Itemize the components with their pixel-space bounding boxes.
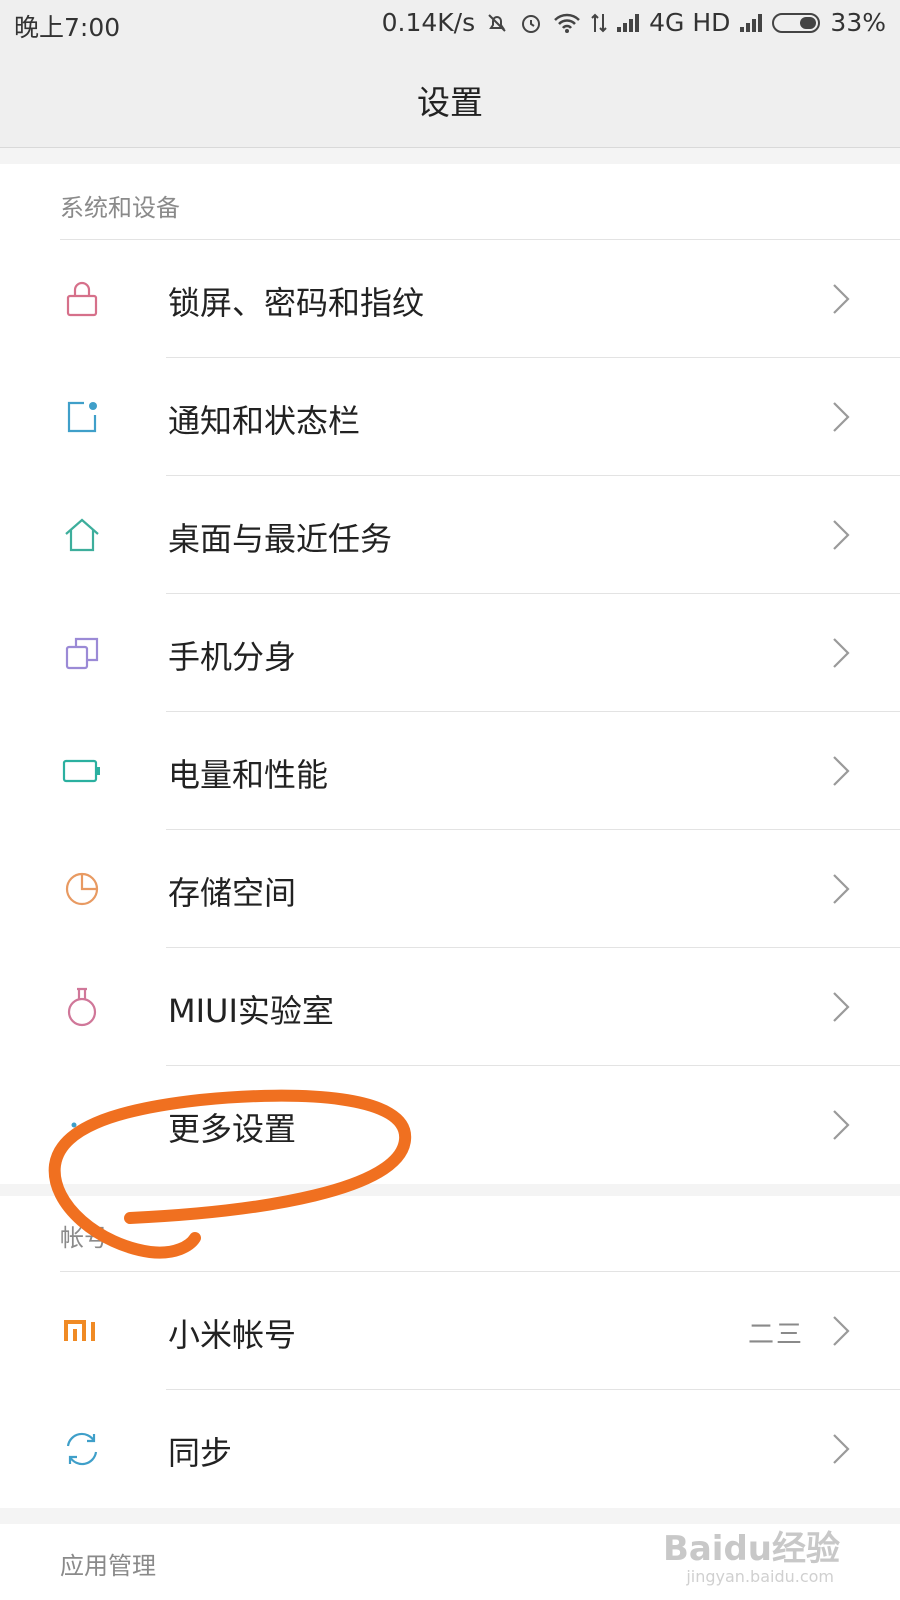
settings-item-storage[interactable]: 存储空间 (0, 830, 900, 948)
settings-item-label: 小米帐号 (168, 1316, 297, 1354)
settings-item-dual-apps[interactable]: 手机分身 (0, 594, 900, 712)
battery-percent: 33% (830, 8, 886, 37)
section-header: 帐号 (0, 1196, 900, 1272)
section-header: 系统和设备 (0, 164, 900, 240)
chevron-right-icon (833, 520, 850, 550)
chevron-right-icon (833, 1110, 850, 1140)
watermark-url: jingyan.baidu.com (686, 1567, 834, 1586)
dual-apps-icon (62, 633, 102, 673)
section-title: 系统和设备 (60, 194, 180, 222)
section-title: 应用管理 (60, 1552, 156, 1580)
notification-icon (62, 397, 102, 437)
settings-item-sync[interactable]: 同步 (0, 1390, 900, 1508)
status-time: 晚上7:00 (14, 13, 121, 42)
alarm-icon (519, 11, 543, 35)
settings-item-mi-account[interactable]: 小米帐号 二三 (0, 1272, 900, 1390)
wifi-icon (553, 12, 581, 34)
signal-icon (617, 13, 640, 32)
flask-icon (62, 987, 102, 1027)
settings-item-more-settings[interactable]: 更多设置 (0, 1066, 900, 1184)
chevron-right-icon (833, 874, 850, 904)
network-type: 4G HD (649, 8, 731, 37)
chevron-right-icon (833, 284, 850, 314)
status-icons: 0.14K/s 4G HD 33% (382, 8, 886, 37)
mute-icon (485, 11, 509, 35)
sync-icon (62, 1429, 102, 1469)
settings-item-battery-performance[interactable]: 电量和性能 (0, 712, 900, 830)
chevron-right-icon (833, 992, 850, 1022)
section-account: 帐号 小米帐号 二三 同步 (0, 1196, 900, 1508)
network-speed: 0.14K/s (381, 8, 476, 37)
settings-item-label: 锁屏、密码和指纹 (168, 284, 425, 322)
lock-icon (62, 279, 102, 319)
battery-icon (772, 12, 821, 33)
title-bar: 设置 (0, 48, 900, 148)
settings-item-label: 存储空间 (168, 874, 297, 912)
mi-logo-icon (62, 1311, 102, 1351)
settings-item-label: MIUI实验室 (168, 992, 334, 1030)
watermark-logo: Baidu经验 (662, 1529, 840, 1569)
more-dots-icon (62, 1105, 102, 1145)
settings-item-notifications[interactable]: 通知和状态栏 (0, 358, 900, 476)
settings-item-miui-lab[interactable]: MIUI实验室 (0, 948, 900, 1066)
settings-item-label: 电量和性能 (168, 756, 329, 794)
settings-item-label: 桌面与最近任务 (168, 520, 393, 558)
chevron-right-icon (833, 756, 850, 786)
storage-pie-icon (62, 869, 102, 909)
chevron-right-icon (833, 638, 850, 668)
settings-item-label: 手机分身 (168, 638, 297, 676)
section-system-devices: 系统和设备 锁屏、密码和指纹 通知和状态栏 桌面与最近任务 手机分身 电量和性能… (0, 164, 900, 1184)
data-transfer-icon (591, 12, 607, 34)
settings-item-home-screen[interactable]: 桌面与最近任务 (0, 476, 900, 594)
chevron-right-icon (833, 1316, 850, 1346)
account-name-value: 二三 (747, 1320, 804, 1350)
settings-item-label: 通知和状态栏 (168, 402, 361, 440)
home-icon (62, 515, 102, 555)
settings-item-label: 同步 (168, 1434, 233, 1472)
settings-item-lockscreen[interactable]: 锁屏、密码和指纹 (0, 240, 900, 358)
status-bar: 晚上7:00 0.14K/s 4G HD 33% (0, 0, 900, 48)
section-title: 帐号 (60, 1224, 108, 1252)
chevron-right-icon (833, 1434, 850, 1464)
settings-item-label: 更多设置 (168, 1110, 297, 1148)
page-title: 设置 (417, 83, 483, 122)
battery-icon (62, 751, 102, 791)
chevron-right-icon (833, 402, 850, 432)
signal-icon-2 (740, 13, 763, 32)
